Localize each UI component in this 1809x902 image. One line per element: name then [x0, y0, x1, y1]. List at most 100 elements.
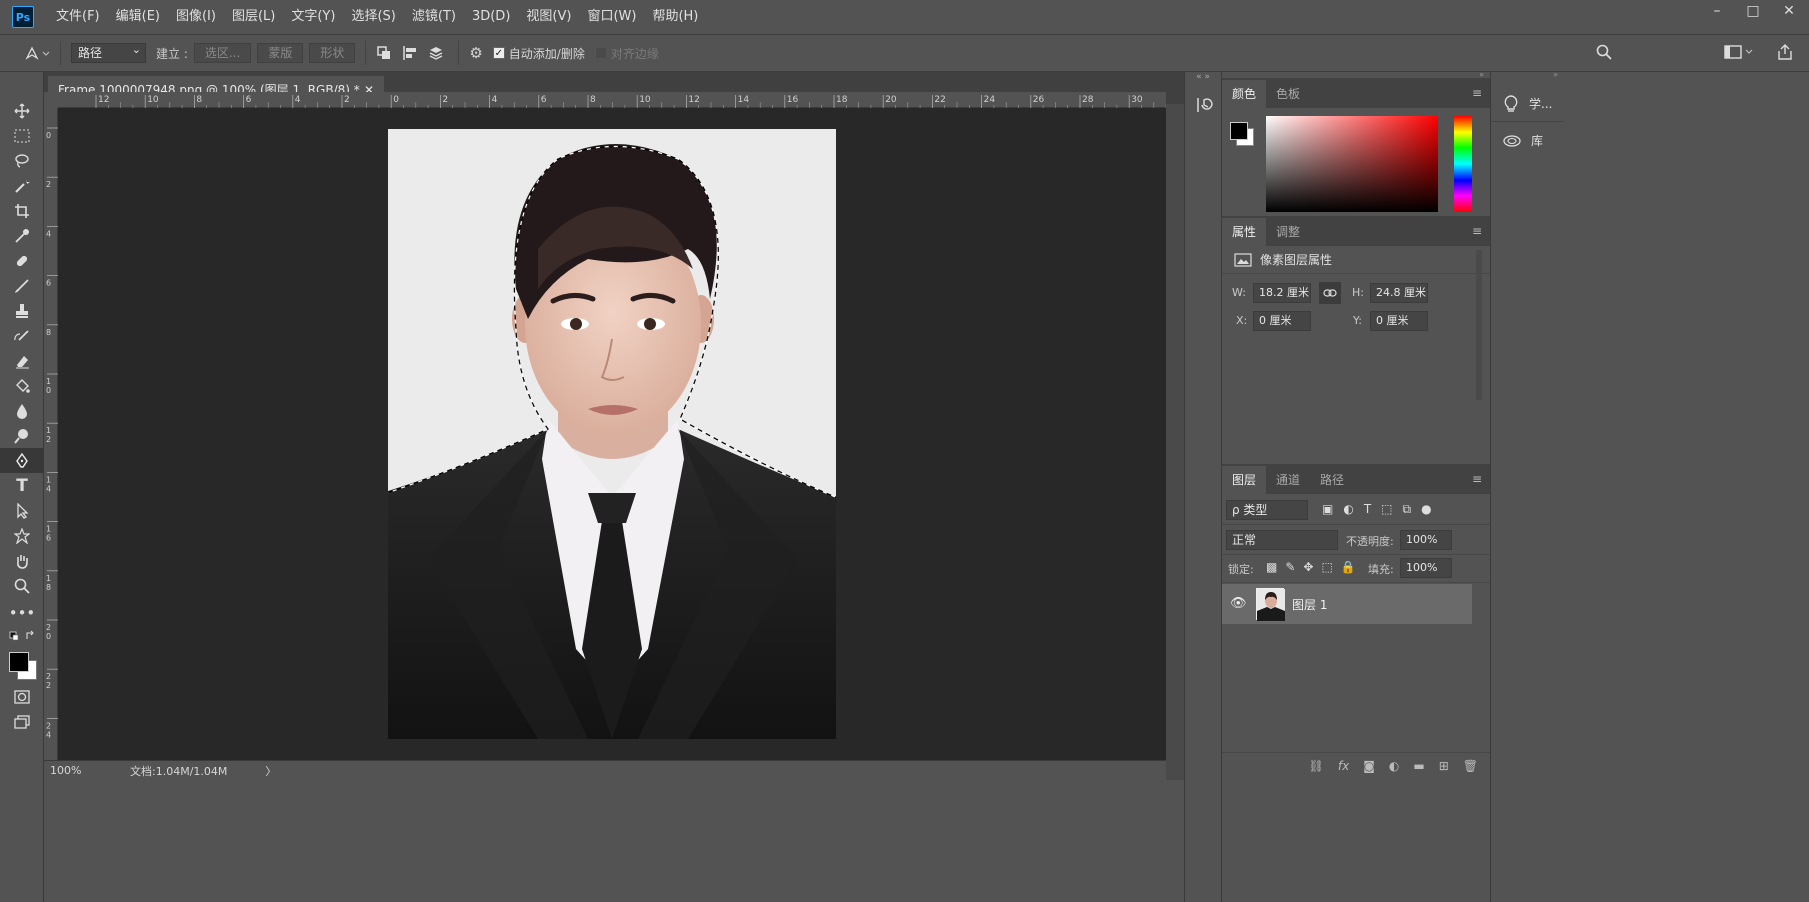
lock-position-icon[interactable]: ✥ [1303, 560, 1313, 574]
fill-field[interactable]: 100% [1400, 558, 1452, 578]
maximize-button[interactable]: □ [1737, 0, 1769, 22]
history-panel-icon[interactable] [1195, 96, 1221, 118]
delete-layer-icon[interactable]: 🗑 [1463, 759, 1478, 773]
make-shape-button[interactable]: 形状 [309, 43, 356, 63]
menu-window[interactable]: 窗口(W) [579, 0, 644, 34]
clone-stamp-tool-icon[interactable] [0, 298, 44, 323]
dodge-tool-icon[interactable] [0, 423, 44, 448]
history-brush-tool-icon[interactable] [0, 323, 44, 348]
new-layer-icon[interactable]: ⊞ [1439, 759, 1449, 773]
height-field[interactable]: 24.8 厘米 [1370, 283, 1428, 303]
workspace-icon[interactable] [1724, 44, 1754, 64]
custom-shape-tool-icon[interactable] [0, 523, 44, 548]
width-field[interactable]: 18.2 厘米 [1253, 283, 1311, 303]
filter-shape-icon[interactable]: ⬚ [1381, 502, 1392, 517]
tab-swatches[interactable]: 色板 [1266, 80, 1310, 108]
color-swatches[interactable] [0, 644, 44, 680]
path-operations-icon[interactable] [376, 45, 392, 61]
tab-adjustments[interactable]: 调整 [1266, 218, 1310, 246]
hue-slider[interactable] [1454, 116, 1472, 212]
horizontal-ruler[interactable]: 12 10 8 6 4 2 0 2 4 6 8 10 12 14 16 18 20 22 24 26 28 30 [58, 92, 1166, 108]
share-icon[interactable] [1776, 43, 1794, 65]
align-edges-checkbox[interactable]: 对齐边缘 [594, 45, 659, 62]
color-picker-field[interactable] [1266, 116, 1438, 212]
filter-type-icon[interactable]: T [1364, 502, 1371, 517]
panel-menu-icon[interactable]: ≡ [1472, 86, 1482, 100]
pen-tool-icon[interactable] [0, 448, 44, 473]
make-selection-button[interactable]: 选区... [193, 43, 252, 63]
lock-artboard-icon[interactable]: ⬚ [1321, 560, 1332, 574]
menu-edit[interactable]: 编辑(E) [108, 0, 168, 34]
search-icon[interactable] [1596, 44, 1612, 64]
menu-select[interactable]: 选择(S) [343, 0, 403, 34]
add-mask-icon[interactable]: ◙ [1363, 759, 1375, 773]
eyedropper-tool-icon[interactable] [0, 223, 44, 248]
tab-properties[interactable]: 属性 [1222, 218, 1267, 246]
menu-layer[interactable]: 图层(L) [224, 0, 283, 34]
path-arrangement-icon[interactable] [428, 45, 448, 61]
link-layers-icon[interactable]: ⛓ [1309, 759, 1324, 773]
menu-filter[interactable]: 滤镜(T) [404, 0, 464, 34]
auto-add-delete-checkbox[interactable]: ✓ 自动添加/删除 [492, 45, 585, 62]
mode-select[interactable]: 路径 [71, 41, 146, 63]
foreground-color-swatch[interactable] [9, 652, 29, 672]
blur-tool-icon[interactable] [0, 398, 44, 423]
tab-color[interactable]: 颜色 [1222, 80, 1267, 108]
marquee-tool-icon[interactable] [0, 123, 44, 148]
tab-paths[interactable]: 路径 [1310, 466, 1354, 494]
foreground-color-chip[interactable] [1230, 122, 1248, 140]
minimize-button[interactable]: – [1701, 0, 1733, 22]
learn-panel-button[interactable]: 学... [1491, 86, 1564, 122]
filter-adjustment-icon[interactable]: ◐ [1343, 502, 1353, 517]
close-button[interactable]: ✕ [1773, 0, 1805, 22]
layer-filter-select[interactable]: ρ 类型 [1226, 500, 1308, 520]
magic-wand-tool-icon[interactable] [0, 173, 44, 198]
y-field[interactable]: 0 厘米 [1370, 311, 1428, 331]
new-group-icon[interactable]: ▬ [1413, 759, 1424, 773]
path-alignment-icon[interactable] [402, 45, 418, 61]
blend-mode-select[interactable]: 正常 [1226, 530, 1338, 550]
layer-style-icon[interactable]: fx [1338, 759, 1349, 773]
filter-toggle-icon[interactable]: ● [1421, 502, 1431, 517]
tab-channels[interactable]: 通道 [1266, 466, 1310, 494]
libraries-panel-button[interactable]: 库 [1491, 122, 1564, 158]
crop-tool-icon[interactable] [0, 198, 44, 223]
gear-icon[interactable]: ⚙ [469, 44, 482, 62]
menu-help[interactable]: 帮助(H) [644, 0, 706, 34]
layer-name[interactable]: 图层 1 [1292, 596, 1327, 613]
document-image[interactable] [388, 129, 836, 739]
make-mask-button[interactable]: 蒙版 [257, 43, 304, 63]
vertical-ruler[interactable]: 024681012141618202224 [44, 108, 58, 760]
filter-pixel-icon[interactable]: ▣ [1322, 502, 1333, 517]
x-field[interactable]: 0 厘米 [1253, 311, 1311, 331]
panel-menu-icon[interactable]: ≡ [1472, 472, 1482, 486]
panel-menu-icon[interactable]: ≡ [1472, 224, 1482, 238]
paint-bucket-tool-icon[interactable] [0, 373, 44, 398]
type-tool-icon[interactable]: T [0, 473, 44, 498]
more-tools-icon[interactable]: ••• [0, 598, 44, 628]
canvas-vertical-scrollbar[interactable] [1166, 104, 1184, 780]
opacity-field[interactable]: 100% [1400, 530, 1452, 550]
hand-tool-icon[interactable] [0, 548, 44, 573]
menu-file[interactable]: 文件(F) [48, 0, 108, 34]
quick-mask-icon[interactable] [0, 684, 44, 709]
filter-smart-object-icon[interactable]: ⧉ [1403, 502, 1412, 517]
lock-pixels-icon[interactable]: ✎ [1285, 560, 1295, 574]
layer-row[interactable]: 👁 图层 1 [1222, 584, 1472, 624]
lock-all-icon[interactable]: 🔒 [1341, 560, 1356, 574]
menu-view[interactable]: 视图(V) [518, 0, 579, 34]
move-tool-icon[interactable] [0, 98, 44, 123]
canvas-area[interactable] [58, 108, 1166, 760]
healing-brush-tool-icon[interactable] [0, 248, 44, 273]
eraser-tool-icon[interactable] [0, 348, 44, 373]
tab-layers[interactable]: 图层 [1222, 466, 1267, 494]
pen-tool-preset-icon[interactable] [24, 45, 50, 61]
eye-visibility-icon[interactable]: 👁 [1230, 596, 1247, 611]
lock-transparency-icon[interactable]: ▩ [1266, 560, 1277, 574]
zoom-tool-icon[interactable] [0, 573, 44, 598]
link-dimensions-button[interactable] [1319, 282, 1341, 304]
properties-scrollbar[interactable] [1476, 250, 1482, 400]
zoom-level[interactable]: 100% [50, 764, 120, 777]
menu-3d[interactable]: 3D(D) [464, 0, 518, 34]
status-menu-arrow[interactable]: 〉 [265, 763, 276, 779]
